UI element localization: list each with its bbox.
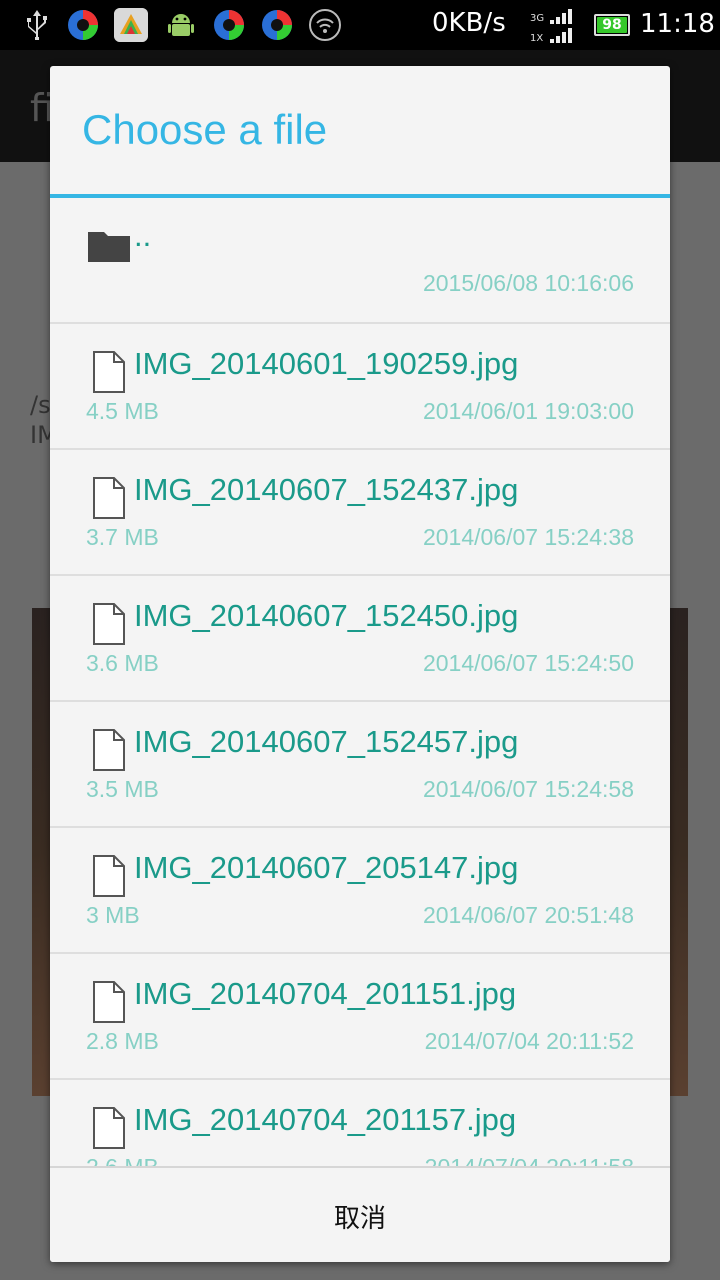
file-date: 2014/06/07 20:51:48 [422,902,634,928]
file-chooser-dialog: Choose a file .. 2015/06/08 10:16:06 IMG… [50,66,670,1262]
list-item[interactable]: IMG_20140704_201157.jpg 2.6 MB 2014/07/0… [50,1080,670,1166]
battery-icon: 98 [594,14,630,36]
list-item[interactable]: IMG_20140607_152437.jpg 3.7 MB 2014/06/0… [50,450,670,576]
file-name: IMG_20140607_152437.jpg [134,472,519,507]
file-icon [93,855,125,897]
file-icon [93,981,125,1023]
file-icon [93,603,125,645]
file-icon [93,1107,125,1149]
file-size: 3.5 MB [86,776,159,802]
file-date: 2014/06/07 15:24:58 [422,776,634,802]
file-size: 3.7 MB [86,524,159,550]
clock: 11:18 [640,9,715,39]
app-icon [262,10,292,40]
list-item[interactable]: IMG_20140607_152457.jpg 3.5 MB 2014/06/0… [50,702,670,828]
file-icon [93,729,125,771]
file-date: 2014/07/04 20:11:52 [424,1028,634,1054]
parent-directory-label: .. [134,218,152,253]
parent-directory-item[interactable]: .. 2015/06/08 10:16:06 [50,198,670,324]
file-name: IMG_20140607_152450.jpg [134,598,519,633]
file-size: 3 MB [86,902,140,928]
battery-level: 98 [602,17,622,33]
android-debug-icon [168,14,194,36]
file-date: 2014/06/07 15:24:50 [422,650,634,676]
file-date: 2014/06/01 19:03:00 [422,398,634,424]
file-date: 2014/06/07 15:24:38 [422,524,634,550]
file-icon [93,477,125,519]
app-icon [68,10,98,40]
dialog-title: Choose a file [82,106,328,153]
network-speed: 0KB/s [432,8,506,38]
dialog-footer: 取消 [50,1166,670,1262]
app-icon [214,10,244,40]
file-size: 4.5 MB [86,398,159,424]
signal-bottom-label: 1X [530,33,543,44]
wifi-icon [309,9,341,41]
file-list[interactable]: .. 2015/06/08 10:16:06 IMG_20140601_1902… [50,198,670,1166]
cancel-button[interactable]: 取消 [50,1168,670,1262]
signal-icon: 3G 1X [530,9,572,44]
file-name: IMG_20140704_201157.jpg [134,1102,517,1137]
file-icon [93,351,125,393]
file-size: 3.6 MB [86,650,159,676]
list-item[interactable]: IMG_20140607_205147.jpg 3 MB 2014/06/07 … [50,828,670,954]
file-date: 2014/07/04 20:11:58 [425,1154,634,1166]
list-item[interactable]: IMG_20140704_201151.jpg 2.8 MB 2014/07/0… [50,954,670,1080]
file-name: IMG_20140607_205147.jpg [134,850,519,885]
usb-icon [27,10,47,40]
file-date: 2015/06/08 10:16:06 [422,270,634,296]
file-size: 2.6 MB [86,1154,159,1166]
list-item[interactable]: IMG_20140601_190259.jpg 4.5 MB 2014/06/0… [50,324,670,450]
file-name: IMG_20140607_152457.jpg [134,724,519,759]
app-store-icon [114,8,148,42]
file-name: IMG_20140704_201151.jpg [134,976,517,1011]
folder-icon [88,232,130,262]
signal-top-label: 3G [530,13,544,24]
list-item[interactable]: IMG_20140607_152450.jpg 3.6 MB 2014/06/0… [50,576,670,702]
file-size: 2.8 MB [86,1028,159,1054]
file-name: IMG_20140601_190259.jpg [134,346,519,381]
status-bar: 0KB/s 3G 1X 98 11:18 [0,0,720,50]
